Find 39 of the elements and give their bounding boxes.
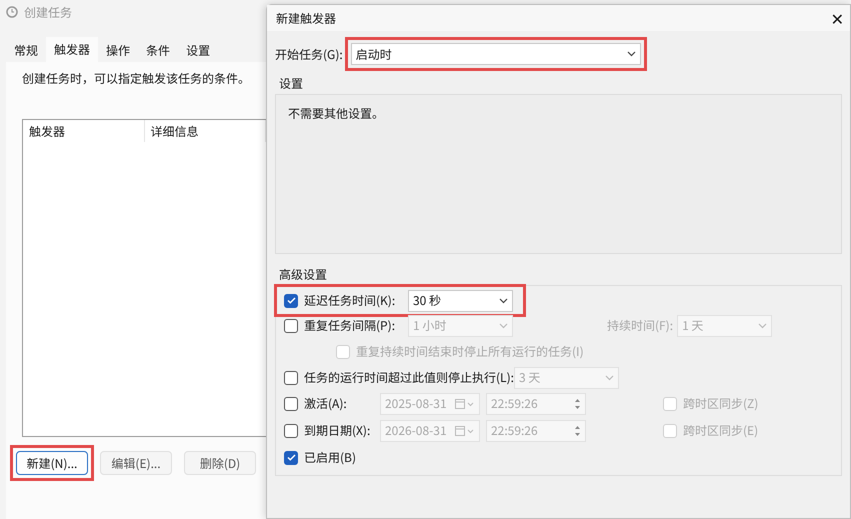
group-title: 设置 [278,74,304,94]
settings-text: 不需要其他设置。 [288,105,384,122]
duration-dropdown[interactable]: 30 秒 [408,290,513,312]
tab[interactable]: 条件 [138,39,178,62]
start-task-label: 开始任务(G): [275,46,343,62]
checkbox[interactable] [284,294,298,308]
sync-label: 跨时区同步(Z) [683,395,758,412]
checkmark-icon [286,454,296,461]
trigger-button[interactable]: 新建(N)... [16,451,88,475]
spinner-icon[interactable] [574,424,581,436]
window-title: 创建任务 [24,4,72,20]
tab[interactable]: 设置 [178,39,218,62]
sync-label: 跨时区同步(E) [683,422,758,439]
chevron-down-icon [499,322,508,328]
option-label: 重复持续时间结束时停止所有运行的任务(I) [356,343,584,360]
tab[interactable]: 操作 [98,39,138,62]
column-header[interactable]: 触发器 [23,120,144,142]
close-icon[interactable]: ✕ [830,10,844,26]
duration-label: 持续时间(F): [607,317,674,334]
option-label: 重复任务间隔(P): [304,317,396,334]
option-label: 激活(A): [304,395,348,412]
tab[interactable]: 常规 [6,39,46,62]
chevron-down-icon [758,322,768,328]
spinner-icon[interactable] [574,398,581,410]
option-label: 到期日期(X): [304,422,372,439]
option-label: 任务的运行时间超过此值则停止执行(L): [304,369,514,386]
description-text: 创建任务时，可以指定触发该任务的条件。 [22,70,252,87]
group-title: 高级设置 [278,265,328,285]
dialog-title: 新建触发器 [276,10,336,26]
start-task-dropdown[interactable]: 启动时 [350,43,641,65]
checkbox[interactable] [284,450,298,464]
option-label: 延迟任务时间(K): [304,292,396,309]
chevron-down-icon [604,374,614,380]
checkmark-icon [286,297,296,304]
option-label: 已启用(B) [304,449,356,466]
chevron-down-icon [499,298,508,304]
chevron-down-icon [626,51,636,57]
tab[interactable]: 触发器 [46,37,98,64]
clock-icon [6,6,18,18]
